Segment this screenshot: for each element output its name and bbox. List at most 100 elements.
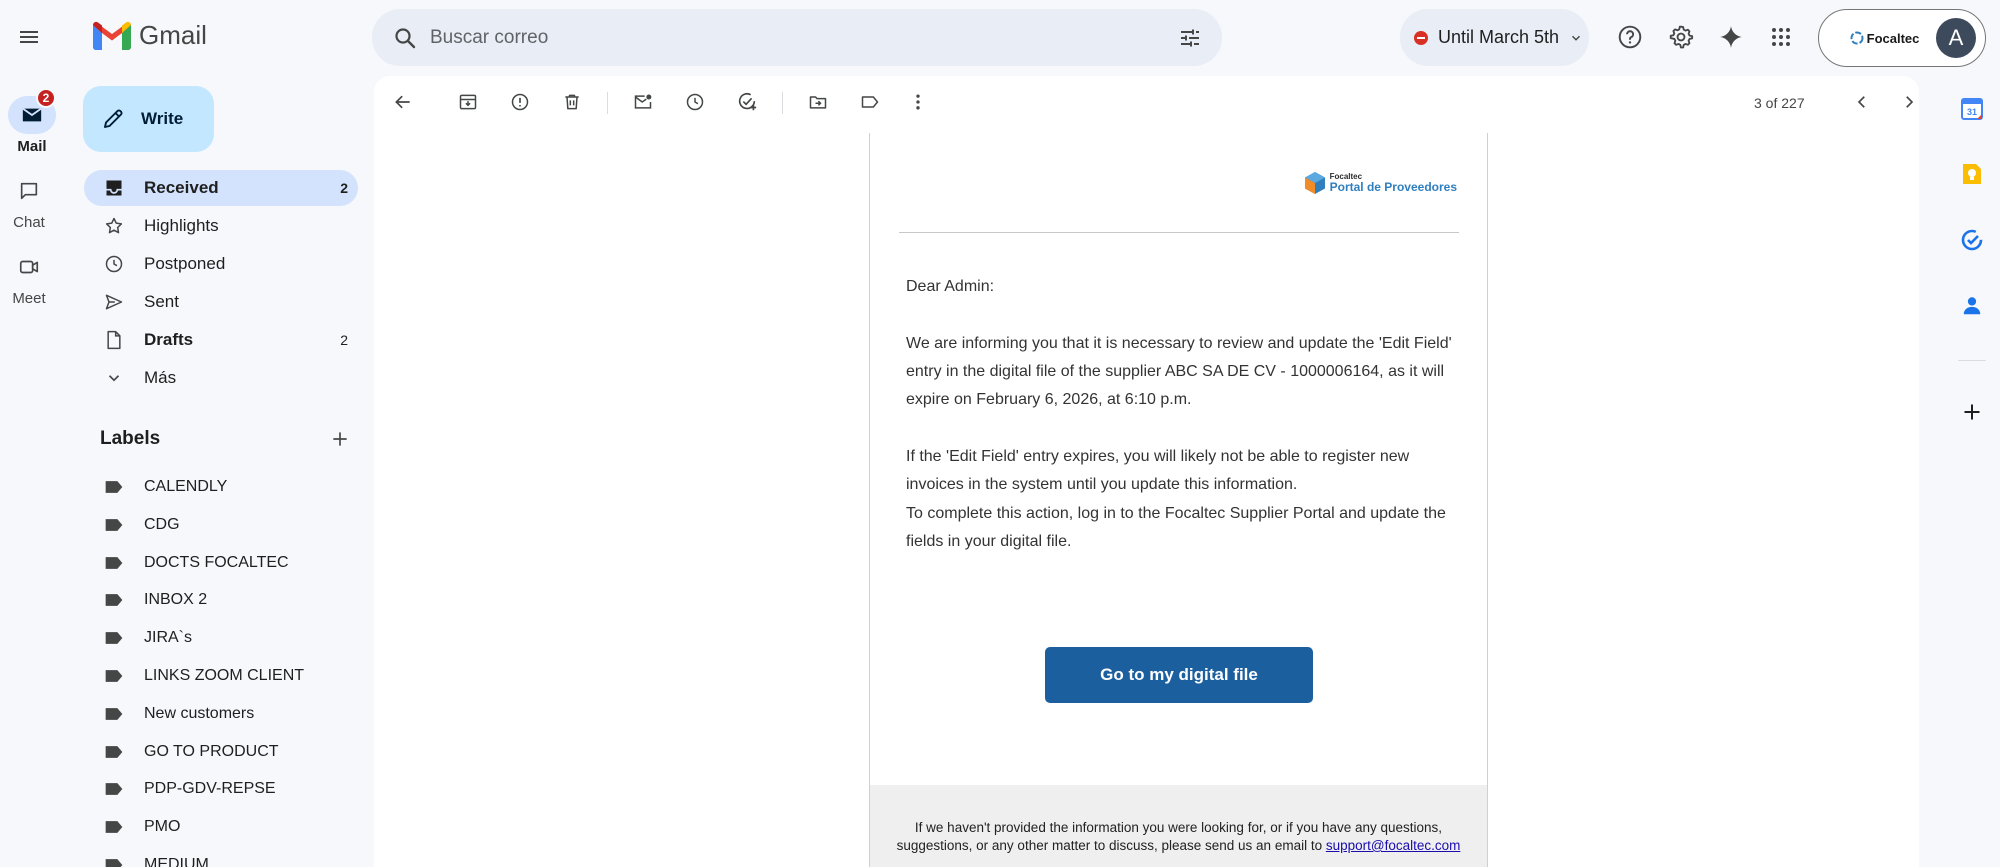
video-camera-icon [19, 260, 39, 274]
avatar: A [1936, 18, 1976, 58]
brand-product: Portal de Proveedores [1329, 180, 1457, 194]
message-view: 3 of 227 Focaltec Portal de Proveedores … [374, 76, 1919, 867]
label-item[interactable]: GO TO PRODUCT [84, 734, 358, 770]
label-item[interactable]: JIRA`s [84, 620, 358, 656]
rail-label-meet: Meet [12, 290, 46, 307]
labels-title: Labels [100, 428, 161, 449]
tasks-app-button[interactable] [1952, 220, 1992, 260]
gmail-m-icon [93, 21, 131, 50]
get-addons-button[interactable] [1952, 392, 1992, 432]
google-apps-button[interactable] [1759, 15, 1803, 59]
label-tag-icon [105, 745, 123, 758]
email-greeting: Dear Admin: [906, 278, 995, 295]
snooze-button[interactable] [675, 82, 715, 122]
email-footer: If we haven't provided the information y… [870, 785, 1487, 867]
email-paragraph-3: To complete this action, log in to the F… [906, 505, 1446, 550]
main-menu-button[interactable] [5, 13, 53, 61]
email-paragraph-1: We are informing you that it is necessar… [906, 335, 1452, 408]
back-button[interactable] [383, 82, 423, 122]
go-to-digital-file-button[interactable]: Go to my digital file [1045, 647, 1313, 703]
label-item[interactable]: CALENDLY [84, 469, 358, 505]
labels-button[interactable] [850, 82, 890, 122]
settings-button[interactable] [1659, 15, 1703, 59]
older-button[interactable] [1889, 82, 1919, 122]
label-name: CALENDLY [144, 478, 228, 495]
label-item[interactable]: PDP-GDV-REPSE [84, 771, 358, 807]
chevron-left-icon [1857, 96, 1865, 108]
sparkle-icon [1720, 26, 1742, 48]
status-label: Until March 5th [1438, 27, 1560, 47]
label-tag-icon [861, 96, 879, 108]
delete-button[interactable] [552, 82, 592, 122]
nav-item-highlights[interactable]: Highlights [84, 208, 358, 244]
gemini-button[interactable] [1709, 15, 1753, 59]
nav-item-sent[interactable]: Sent [84, 284, 358, 320]
toolbar-divider [782, 92, 783, 114]
tune-icon [1181, 28, 1199, 47]
search-input[interactable] [430, 26, 1158, 49]
rail-item-mail[interactable]: 2 Mail [4, 88, 60, 155]
send-icon [105, 294, 123, 310]
keep-note-icon [1963, 164, 1981, 184]
label-item[interactable]: INBOX 2 [84, 582, 358, 618]
person-icon [1963, 297, 1981, 315]
label-item[interactable]: CDG [84, 507, 358, 543]
nav-item-postponed[interactable]: Postponed [84, 246, 358, 282]
create-label-button[interactable] [330, 429, 350, 449]
nav-item-more[interactable]: Más [84, 360, 358, 396]
task-add-icon [738, 92, 757, 111]
label-name: PDP-GDV-REPSE [144, 780, 276, 798]
label-tag-icon [105, 518, 123, 531]
rail-item-chat[interactable]: Chat [1, 172, 57, 231]
calendar-app-button[interactable]: 31 [1952, 89, 1992, 129]
gmail-wordmark: Gmail [139, 20, 207, 50]
label-tag-icon [105, 632, 123, 645]
left-rail: 2 Mail Chat Meet [0, 0, 70, 867]
trash-icon [565, 94, 579, 110]
label-item[interactable]: LINKS ZOOM CLIENT [84, 658, 358, 694]
nav-item-received[interactable]: Received 2 [84, 170, 358, 206]
rail-item-meet[interactable]: Meet [1, 248, 57, 307]
label-name: PMO [144, 818, 181, 836]
status-chip[interactable]: Until March 5th [1400, 9, 1589, 66]
label-item[interactable]: MEDIUM [84, 847, 358, 867]
email-paragraph-2: If the 'Edit Field' entry expires, you w… [906, 448, 1410, 493]
apps-grid-icon [1772, 28, 1790, 46]
account-switcher[interactable]: Focaltec A [1818, 9, 1986, 67]
brand-logo: Focaltec Portal de Proveedores [1304, 171, 1457, 195]
keep-app-button[interactable] [1952, 154, 1992, 194]
help-icon [1618, 25, 1642, 49]
report-spam-button[interactable] [500, 82, 540, 122]
label-item[interactable]: DOCTS FOCALTEC [84, 545, 358, 581]
chevron-down-icon [108, 375, 120, 382]
contacts-app-button[interactable] [1952, 286, 1992, 326]
compose-button[interactable]: Write [83, 86, 214, 152]
label-item[interactable]: PMO [84, 809, 358, 845]
search-icon [395, 27, 416, 48]
newer-button[interactable] [1842, 82, 1882, 122]
add-to-tasks-button[interactable] [727, 82, 767, 122]
label-name: New customers [144, 704, 255, 722]
move-to-button[interactable] [798, 82, 838, 122]
org-name: Focaltec [1866, 30, 1920, 46]
clock-icon [686, 93, 704, 111]
support-email-link[interactable]: support@focaltec.com [1326, 838, 1461, 853]
tasks-check-icon [1961, 229, 1983, 251]
hamburger-icon [20, 31, 38, 43]
gmail-logo[interactable]: Gmail [93, 20, 207, 51]
nav-item-drafts[interactable]: Drafts 2 [84, 322, 358, 358]
nav-label: Postponed [144, 254, 226, 273]
gear-icon [1669, 25, 1694, 49]
do-not-disturb-icon [1414, 30, 1428, 45]
archive-button[interactable] [448, 82, 488, 122]
search-options-button[interactable] [1158, 26, 1222, 50]
label-item[interactable]: New customers [84, 696, 358, 732]
calendar-icon: 31 [1961, 98, 1983, 120]
message-toolbar: 3 of 227 [374, 76, 1919, 132]
mark-unread-button[interactable] [623, 82, 663, 122]
search-button[interactable] [372, 26, 430, 50]
label-tag-icon [105, 594, 123, 607]
more-actions-button[interactable] [898, 82, 938, 122]
support-button[interactable] [1608, 15, 1652, 59]
draft-file-icon [107, 330, 121, 350]
